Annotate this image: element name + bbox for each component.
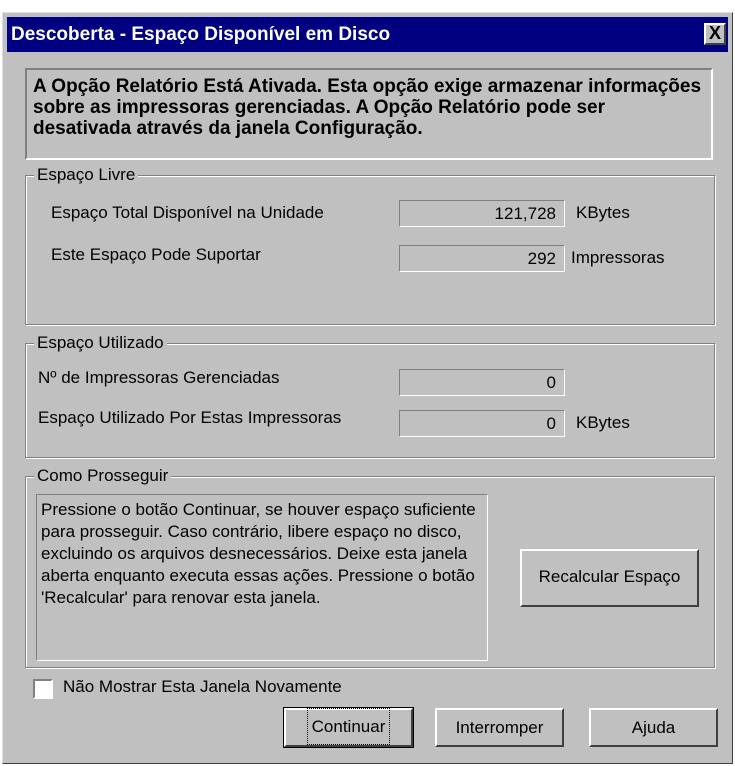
support-value: 292 — [527, 249, 556, 268]
total-space-unit: KBytes — [576, 203, 630, 222]
used-space-label: Espaço Utilizado Por Estas Impressoras — [38, 408, 342, 427]
abort-button[interactable]: Interromper — [435, 708, 564, 747]
dont-show-again-checkbox[interactable] — [33, 679, 53, 699]
managed-printers-field: 0 — [399, 369, 565, 396]
info-message-box: A Opção Relatório Está Ativada. Esta opç… — [25, 68, 713, 160]
recalculate-label: Recalcular Espaço — [538, 567, 681, 586]
continue-label: Continuar — [306, 708, 391, 745]
used-space-unit: KBytes — [576, 413, 630, 432]
dont-show-again-label: Não Mostrar Esta Janela Novamente — [63, 677, 342, 696]
info-message-text: A Opção Relatório Está Ativada. Esta opç… — [33, 76, 702, 139]
continue-button[interactable]: Continuar — [283, 707, 414, 748]
instructions-content: Pressione o botão Continuar, se houver e… — [41, 500, 476, 607]
support-unit: Impressoras — [571, 248, 665, 267]
espaco-utilizado-legend: Espaço Utilizado — [34, 333, 167, 353]
abort-label: Interromper — [455, 718, 544, 737]
support-label: Este Espaço Pode Suportar — [51, 245, 261, 264]
total-space-label: Espaço Total Disponível na Unidade — [51, 203, 324, 222]
window-title: Descoberta - Espaço Disponível em Disco — [11, 24, 391, 45]
managed-printers-label: Nº de Impressoras Gerenciadas — [38, 368, 280, 387]
used-space-field: 0 — [399, 410, 565, 437]
close-icon: X — [708, 23, 721, 43]
help-label: Ajuda — [631, 718, 676, 737]
dialog-window: Descoberta - Espaço Disponível em Disco … — [2, 12, 733, 764]
used-space-value: 0 — [546, 414, 556, 433]
instructions-text: Pressione o botão Continuar, se houver e… — [36, 494, 488, 661]
managed-printers-value: 0 — [546, 373, 556, 392]
como-prosseguir-legend: Como Prosseguir — [34, 466, 172, 486]
espaco-utilizado-group: Espaço Utilizado Nº de Impressoras Geren… — [25, 333, 715, 458]
close-button[interactable]: X — [704, 23, 726, 45]
recalculate-button[interactable]: Recalcular Espaço — [520, 549, 699, 607]
total-space-value: 121,728 — [494, 204, 556, 223]
total-space-field: 121,728 — [399, 200, 565, 227]
help-button[interactable]: Ajuda — [589, 708, 718, 747]
espaco-livre-legend: Espaço Livre — [34, 165, 139, 185]
title-bar[interactable]: Descoberta - Espaço Disponível em Disco … — [7, 17, 728, 52]
support-field: 292 — [399, 245, 565, 272]
como-prosseguir-group: Como Prosseguir Pressione o botão Contin… — [25, 466, 715, 668]
espaco-livre-group: Espaço Livre Espaço Total Disponível na … — [25, 165, 715, 325]
